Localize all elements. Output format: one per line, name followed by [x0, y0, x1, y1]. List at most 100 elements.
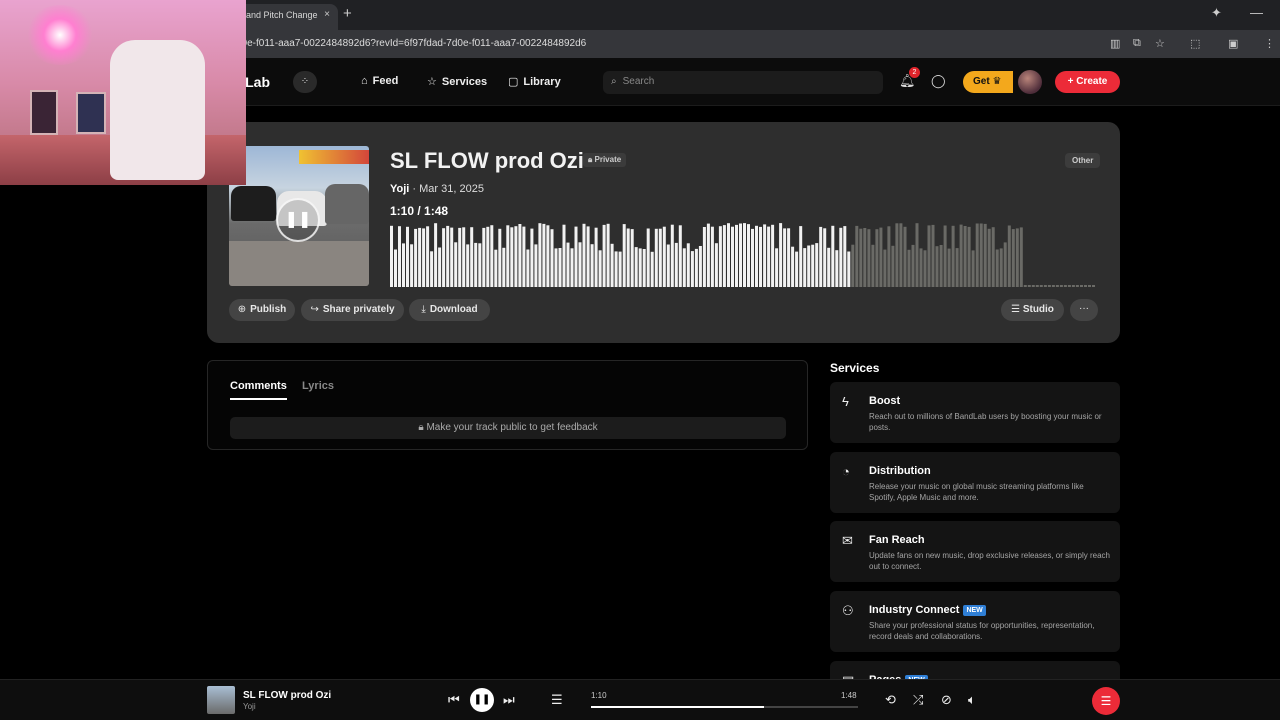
waveform-bar — [1011, 229, 1015, 287]
minimize-button[interactable]: — — [1250, 5, 1263, 20]
waveform-bar — [995, 249, 999, 287]
nav-library[interactable]: ▢ Library — [508, 75, 561, 88]
waveform-bar — [418, 227, 422, 287]
nav-services[interactable]: ☆ Services — [427, 75, 487, 88]
waveform-bar — [698, 246, 702, 287]
waveform-bar — [879, 227, 883, 287]
nav-feed-label: Feed — [372, 75, 399, 87]
apps-grid-icon[interactable]: ⁘ — [293, 71, 317, 93]
player-track-title[interactable]: SL FLOW prod Ozi — [243, 690, 331, 701]
player-artist[interactable]: Yoji — [243, 702, 256, 711]
waveform-bar — [554, 248, 558, 287]
nav-feed[interactable]: ⌂ Feed — [361, 75, 398, 87]
waveform-bar — [915, 223, 919, 287]
waveform-bar — [935, 246, 939, 287]
service-card-distribution[interactable]: ◔ Distribution Release your music on glo… — [830, 452, 1120, 513]
bolt-icon: ϟ — [842, 394, 849, 409]
new-tab-button[interactable]: + — [343, 5, 352, 22]
waveform-bar — [478, 243, 482, 287]
tab-comments[interactable]: Comments — [230, 380, 287, 400]
waveform-bar — [843, 226, 847, 287]
player-progress-bar[interactable] — [591, 706, 858, 708]
waveform-bar — [546, 225, 550, 287]
reading-mode-icon[interactable]: ▥ — [1110, 37, 1120, 50]
artwork-pause-icon[interactable]: ❚❚ — [276, 198, 320, 242]
waveform-bar — [702, 227, 706, 287]
sparkle-icon[interactable]: ✦ — [1211, 5, 1222, 21]
waveform-bar — [731, 226, 734, 287]
waveform-bar — [1051, 285, 1055, 287]
download-button[interactable]: ⤓ Download — [409, 299, 490, 321]
waveform-bar — [907, 249, 911, 287]
waveform-bar — [1071, 285, 1075, 287]
share-privately-button[interactable]: ↪ Share privately — [301, 299, 404, 321]
waveform-bar — [991, 227, 995, 287]
waveform-bar — [819, 226, 823, 287]
waveform-bar — [835, 250, 839, 287]
share-label: Share privately — [322, 304, 395, 315]
waveform-bar — [522, 226, 526, 287]
tab-lyrics[interactable]: Lyrics — [302, 380, 334, 392]
waveform-bar — [807, 245, 811, 287]
previous-track-icon[interactable]: ⏮︎ — [448, 692, 460, 708]
share-icon: ↪ — [310, 304, 319, 315]
url-field[interactable]: d0e-f011-aaa7-0022484892d6?revId=6f97fda… — [236, 38, 586, 49]
waveform-bar — [927, 225, 931, 287]
waveform-bar — [470, 227, 474, 287]
waveform-bar — [739, 223, 742, 287]
player-artwork[interactable] — [207, 686, 235, 714]
create-button[interactable]: + Create — [1055, 71, 1120, 93]
waveform-bar — [630, 229, 634, 287]
artist-name[interactable]: Yoji — [390, 183, 409, 195]
new-badge: NEW — [963, 605, 986, 616]
service-description: Update fans on new music, drop exclusive… — [869, 551, 1110, 571]
publish-button[interactable]: ⊕ Publish — [229, 299, 295, 321]
get-membership-button[interactable]: Get ♛ — [963, 71, 1013, 93]
repeat-icon[interactable]: ⟲ — [885, 692, 896, 708]
pause-button[interactable]: ❚❚ — [470, 688, 494, 712]
waveform-bar — [1007, 225, 1011, 287]
mute-icon[interactable]: ⊘ — [941, 692, 952, 708]
service-card-fan-reach[interactable]: ✉ Fan Reach Update fans on new music, dr… — [830, 521, 1120, 582]
waveform-bar — [903, 226, 907, 287]
webcam-poster — [76, 92, 106, 134]
sidebar-icon[interactable]: ▣ — [1228, 37, 1238, 50]
waveform-bar — [975, 223, 979, 287]
queue-menu-button[interactable]: ☰ — [1092, 687, 1120, 715]
cast-icon[interactable]: ⧉ — [1133, 37, 1141, 50]
studio-icon: ☰ — [1011, 304, 1021, 315]
genre-badge[interactable]: Other — [1065, 153, 1101, 168]
service-card-boost[interactable]: ϟ Boost Reach out to millions of BandLab… — [830, 382, 1120, 443]
volume-icon[interactable]: 🔈︎ — [968, 692, 976, 708]
waveform-bar — [582, 223, 586, 287]
waveform-bar — [682, 248, 686, 287]
time-readout: 1:10 / 1:48 — [390, 204, 448, 218]
waveform-bar — [658, 228, 662, 287]
waveform[interactable] — [390, 223, 1096, 287]
studio-button[interactable]: ☰ Studio — [1001, 299, 1064, 321]
service-card-industry-connect[interactable]: ⚇ Industry Connect NEW Share your profess… — [830, 591, 1120, 652]
waveform-bar — [458, 227, 462, 287]
user-avatar[interactable] — [1018, 70, 1042, 94]
waveform-bar — [586, 226, 590, 287]
waveform-bar — [678, 225, 682, 287]
browser-tab[interactable]: and Pitch Change × — [236, 4, 338, 30]
bookmark-star-icon[interactable]: ☆ — [1155, 37, 1165, 50]
queue-list-icon[interactable]: ☰ — [551, 692, 563, 708]
waveform-bar — [706, 223, 710, 287]
webcam-lamp — [25, 5, 95, 65]
waveform-bar — [1047, 285, 1051, 287]
artist-line: Yoji · Mar 31, 2025 — [390, 183, 484, 195]
waveform-bar — [602, 224, 606, 287]
tab-close-icon[interactable]: × — [324, 9, 330, 20]
more-options-button[interactable]: ··· — [1070, 299, 1098, 321]
waveform-bar — [474, 242, 478, 287]
shuffle-icon[interactable]: ⤮ — [913, 692, 923, 708]
next-track-icon[interactable]: ⏭︎ — [503, 692, 515, 708]
search-input[interactable]: ⌕ Search — [603, 71, 883, 94]
extensions-icon[interactable]: ⬚ — [1190, 37, 1200, 50]
service-title: Fan Reach — [869, 534, 925, 546]
waveform-bar — [803, 248, 807, 287]
menu-icon[interactable]: ⋮ — [1264, 37, 1275, 50]
messages-icon[interactable]: ◯ — [931, 73, 946, 89]
